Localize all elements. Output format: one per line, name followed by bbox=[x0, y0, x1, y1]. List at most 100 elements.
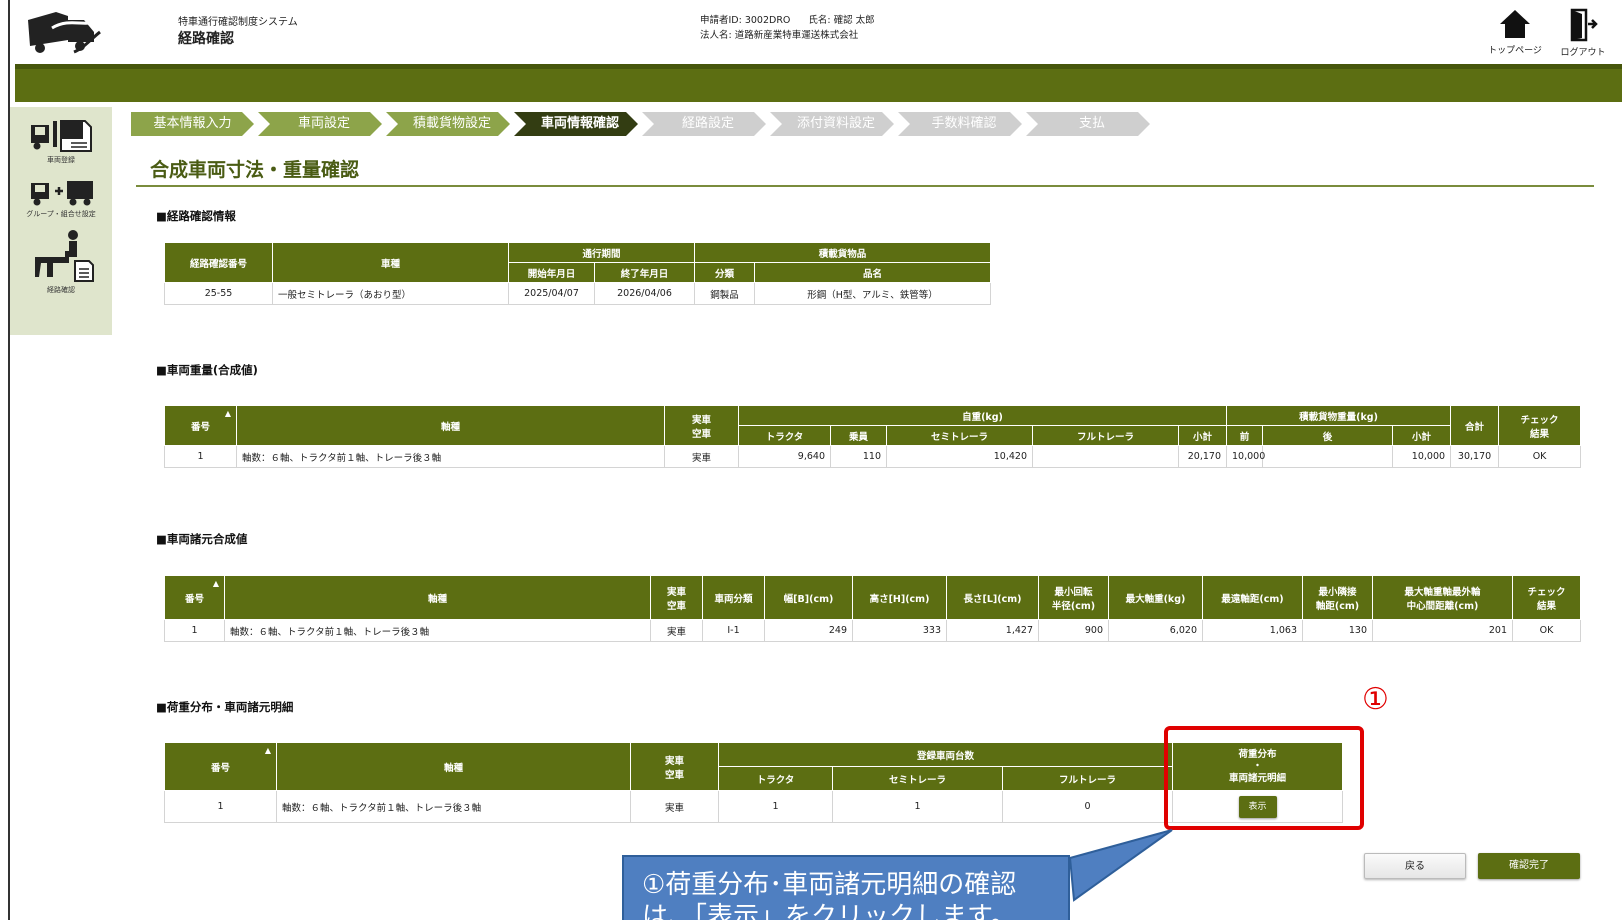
col-subtotal-cargo: 小計 bbox=[1392, 425, 1452, 446]
col-max-axle-distance: 最遠軸距(cm) bbox=[1202, 575, 1303, 620]
sidebar-item-group-combination[interactable]: グループ・組合せ設定 bbox=[10, 177, 112, 219]
col-check: チェック 結果 bbox=[1512, 575, 1581, 620]
row-rear bbox=[1262, 445, 1394, 468]
page-title: 合成車両寸法・重量確認 bbox=[150, 159, 360, 181]
row-height: 333 bbox=[852, 619, 947, 642]
annotation-marker: ① bbox=[1362, 682, 1389, 717]
section-route-info-title: ■経路確認情報 bbox=[156, 209, 236, 223]
sidebar-item-vehicle-register[interactable]: 車両登録 bbox=[10, 115, 112, 165]
table-row: 1 軸数：６軸、トラクタ前１軸、トレーラ後３軸 実車 Ⅰ-1 249 333 1… bbox=[164, 619, 1581, 642]
sidebar-item-route-check[interactable]: 経路確認 bbox=[10, 227, 112, 295]
col-number[interactable]: 番号 ▲ bbox=[164, 742, 277, 791]
truck-logo-icon bbox=[28, 12, 102, 54]
row-width: 249 bbox=[764, 619, 853, 642]
row-front: 10,000 bbox=[1226, 445, 1265, 468]
col-item-name: 品名 bbox=[754, 262, 992, 283]
app-header: 特車通行確認制度システム 経路確認 申請者ID: 3002DRO 氏名: 確認 太… bbox=[8, 0, 1622, 64]
col-front: 前 bbox=[1226, 425, 1264, 446]
row-number: 1 bbox=[164, 445, 237, 468]
cargo-item-name: 形鋼（H型、アルミ、鉄管等） bbox=[754, 282, 992, 305]
route-check-icon bbox=[35, 230, 94, 282]
col-number[interactable]: 番号 ▲ bbox=[164, 575, 225, 620]
sort-arrow-icon: ▲ bbox=[212, 579, 219, 588]
top-page-button[interactable]: トップページ bbox=[1482, 8, 1548, 56]
col-load-state: 実車 空車 bbox=[664, 405, 739, 446]
cargo-category: 鋼製品 bbox=[694, 282, 756, 305]
row-tractor-count: 1 bbox=[718, 790, 833, 823]
vehicle-weight-table: 番号 ▲ 軸種 実車 空車 自重(kg) 積載貨物重量(kg) 合計 チェック 結… bbox=[164, 405, 1582, 468]
col-subtotal: 小計 bbox=[1177, 425, 1228, 446]
row-subtotal-cargo: 10,000 bbox=[1392, 445, 1452, 468]
section-specs-title: ■車両諸元合成値 bbox=[156, 532, 248, 546]
vehicle-specs-table: 番号 ▲ 軸種 実車 空車 車両分類 幅[B](cm) 高さ[H](cm) 長さ[… bbox=[164, 575, 1581, 642]
header-band bbox=[15, 64, 1622, 102]
back-button[interactable]: 戻る bbox=[1364, 853, 1466, 879]
person-name: 氏名: 確認 太郎 bbox=[808, 15, 875, 26]
col-axle: 軸種 bbox=[276, 742, 631, 791]
progress-steps: 基本情報入力 車両設定 積載貨物設定 車両情報確認 経路設定 添付資料設定 手数… bbox=[131, 112, 1154, 136]
row-check: OK bbox=[1498, 445, 1582, 468]
row-load-state: 実車 bbox=[650, 619, 703, 642]
step-vehicle-settings: 車両設定 bbox=[258, 112, 382, 136]
row-check: OK bbox=[1512, 619, 1581, 642]
row-load-state: 実車 bbox=[664, 445, 739, 468]
highlight-box bbox=[1164, 726, 1364, 830]
col-rear: 後 bbox=[1262, 425, 1394, 446]
row-number: 1 bbox=[164, 619, 225, 642]
step-basic-info: 基本情報入力 bbox=[131, 112, 254, 136]
step-fee-check: 手数料確認 bbox=[898, 112, 1022, 136]
step-cargo-settings: 積載貨物設定 bbox=[386, 112, 510, 136]
col-load-state: 実車 空車 bbox=[630, 742, 719, 791]
row-semi-trailer-count: 1 bbox=[832, 790, 1003, 823]
section-detail-title: ■荷重分布・車両諸元明細 bbox=[156, 700, 294, 714]
callout-text: ①荷重分布･車両諸元明細の確認は、「表示」をクリックします。 bbox=[642, 870, 1017, 920]
route-number: 25-55 bbox=[164, 282, 273, 305]
col-check: チェック 結果 bbox=[1498, 405, 1582, 446]
logout-label: ログアウト bbox=[1560, 48, 1606, 58]
step-route-settings: 経路設定 bbox=[642, 112, 766, 136]
col-semi-trailer: セミトレーラ bbox=[886, 425, 1033, 446]
col-end-date: 終了年月日 bbox=[593, 262, 696, 283]
col-number[interactable]: 番号 ▲ bbox=[164, 405, 237, 446]
col-load-state: 実車 空車 bbox=[650, 575, 703, 620]
col-turn-radius: 最小回転 半径(cm) bbox=[1038, 575, 1109, 620]
vehicle-register-icon bbox=[31, 120, 92, 152]
row-max-axle-weight: 6,020 bbox=[1108, 619, 1203, 642]
applicant-id: 申請者ID: 3002DRO bbox=[700, 15, 791, 26]
col-full-trailer: フルトレーラ bbox=[1032, 425, 1179, 446]
row-tractor: 9,640 bbox=[738, 445, 831, 468]
col-width: 幅[B](cm) bbox=[764, 575, 853, 620]
col-full-trailer: フルトレーラ bbox=[1001, 766, 1174, 791]
row-vehicle-class: Ⅰ-1 bbox=[702, 619, 765, 642]
user-info: 申請者ID: 3002DRO 氏名: 確認 太郎 法人名: 道路新産業特車運送株式… bbox=[700, 13, 893, 43]
step-attachment-settings: 添付資料設定 bbox=[770, 112, 894, 136]
col-tractor: トラクタ bbox=[718, 766, 833, 791]
row-max-axle-distance: 1,063 bbox=[1202, 619, 1303, 642]
col-category: 分類 bbox=[694, 262, 756, 283]
logout-button[interactable]: ログアウト bbox=[1550, 8, 1616, 58]
start-date: 2025/04/07 bbox=[508, 282, 595, 305]
row-axle: 軸数：６軸、トラクタ前１軸、トレーラ後３軸 bbox=[276, 790, 631, 823]
step-vehicle-info-check: 車両情報確認 bbox=[514, 112, 638, 136]
row-full-trailer bbox=[1032, 445, 1179, 468]
col-semi-trailer: セミトレーラ bbox=[832, 766, 1003, 791]
row-total: 30,170 bbox=[1450, 445, 1500, 468]
col-registered-count: 登録車両台数 bbox=[717, 742, 1174, 767]
col-height: 高さ[H](cm) bbox=[852, 575, 947, 620]
row-turn-radius: 900 bbox=[1038, 619, 1109, 642]
section-weight-title: ■車両重量(合成値) bbox=[156, 363, 258, 377]
col-length: 長さ[L](cm) bbox=[946, 575, 1039, 620]
sidebar-item-label: グループ・組合せ設定 bbox=[26, 210, 96, 218]
vehicle-type: 一般セミトレーラ（あおり型） bbox=[272, 282, 509, 305]
group-combination-icon bbox=[31, 181, 93, 206]
row-subtotal: 20,170 bbox=[1177, 445, 1228, 468]
row-center-distance: 201 bbox=[1372, 619, 1513, 642]
col-period: 通行期間 bbox=[507, 242, 696, 263]
col-tractor: トラクタ bbox=[738, 425, 831, 446]
confirm-complete-button[interactable]: 確認完了 bbox=[1478, 853, 1580, 879]
col-start-date: 開始年月日 bbox=[508, 262, 595, 283]
sort-arrow-icon: ▲ bbox=[224, 409, 231, 418]
row-min-adjacent-axle: 130 bbox=[1302, 619, 1373, 642]
row-full-trailer-count: 0 bbox=[1001, 790, 1174, 823]
col-self-weight: 自重(kg) bbox=[737, 405, 1228, 426]
